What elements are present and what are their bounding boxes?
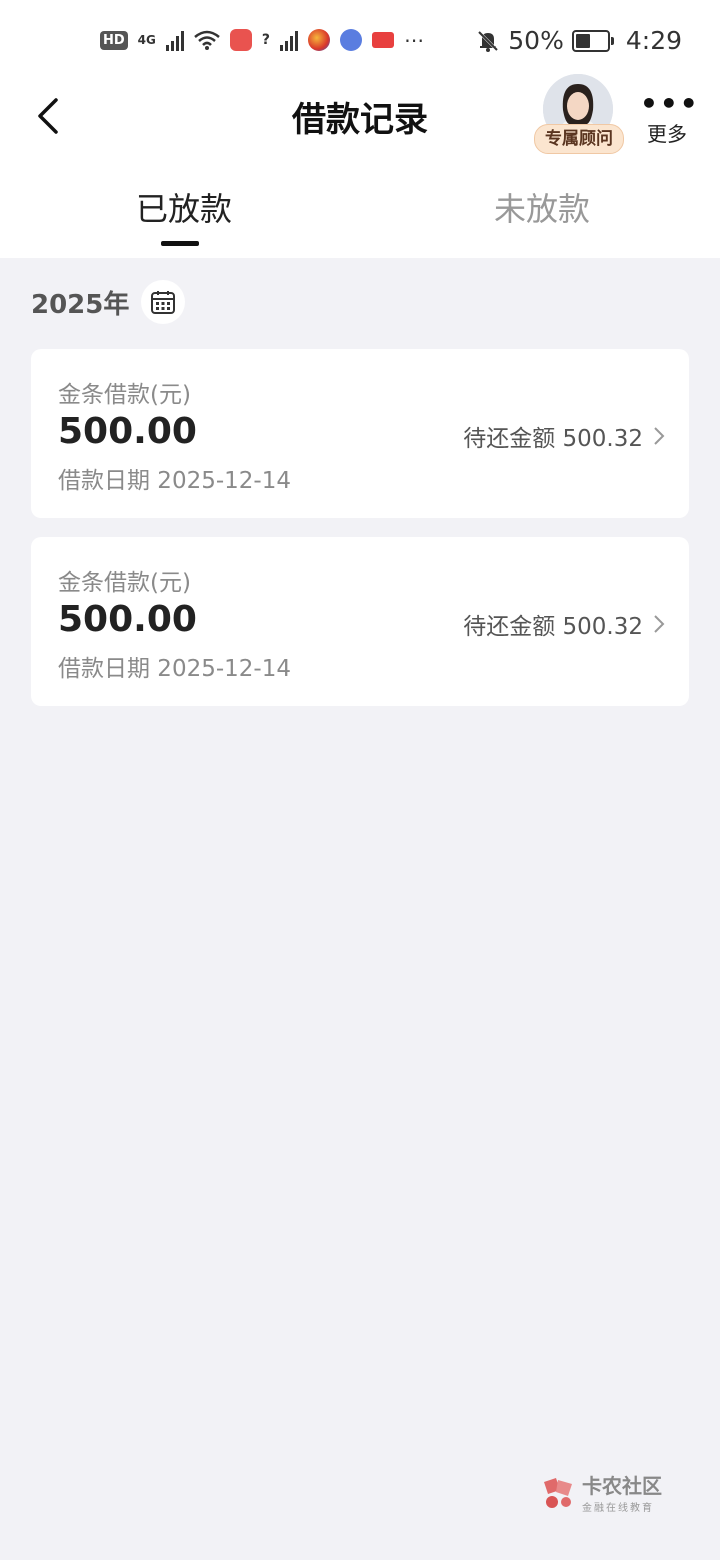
tab-not-disbursed[interactable]: 未放款 — [494, 184, 590, 230]
loan-amount: 500.00 — [58, 411, 197, 452]
loan-type-label: 金条借款(元) — [58, 570, 191, 596]
watermark-title: 卡农社区 — [582, 1474, 662, 1498]
advisor-button[interactable]: 专属顾问 — [534, 74, 624, 156]
status-right: 50% 4:29 — [476, 26, 682, 55]
signal-unknown-mark: ? — [261, 32, 270, 48]
mute-bell-icon — [478, 30, 499, 52]
more-notifications-icon: ⋯ — [404, 28, 424, 52]
amount-due: 待还金额 500.32 — [463, 419, 665, 453]
status-bar: HD 4G ? ⋯ 50% 4:29 — [0, 0, 720, 84]
advisor-label: 专属顾问 — [534, 124, 624, 154]
calendar-icon — [151, 291, 176, 314]
watermark: 卡农社区 金融在线教育 — [540, 1470, 662, 1514]
more-button[interactable]: ••• 更多 — [640, 87, 700, 147]
year-label: 2025年 — [31, 289, 130, 320]
more-label: 更多 — [647, 122, 687, 146]
loan-record-card[interactable]: 金条借款(元) 500.00 借款日期 2025-12-14 待还金额 500.… — [31, 349, 689, 518]
battery-percent: 50% — [508, 26, 564, 55]
book-app-icon — [372, 32, 394, 48]
chevron-right-icon — [654, 615, 665, 633]
amount-due: 待还金额 500.32 — [463, 607, 665, 641]
signal-icon — [165, 29, 184, 51]
more-dots-icon: ••• — [640, 87, 700, 120]
loan-record-card[interactable]: 金条借款(元) 500.00 借款日期 2025-12-14 待还金额 500.… — [31, 537, 689, 706]
nav-bar: 借款记录 专属顾问 ••• 更多 — [0, 74, 720, 166]
amount-due-text: 待还金额 500.32 — [463, 426, 643, 452]
year-filter: 2025年 — [31, 280, 186, 324]
hd-badge: HD — [100, 30, 128, 50]
battery-icon — [571, 29, 614, 52]
chevron-right-icon — [654, 427, 665, 445]
watermark-logo-icon — [544, 1478, 572, 1508]
tab-disbursed[interactable]: 已放款 — [136, 184, 232, 230]
signal-secondary-icon — [280, 29, 298, 51]
wifi-icon — [194, 30, 220, 50]
shopping-app-icon — [229, 29, 252, 51]
watermark-subtitle: 金融在线教育 — [582, 1503, 654, 1514]
tab-bar: 已放款 未放款 — [0, 166, 720, 258]
loan-date: 借款日期 2025-12-14 — [58, 468, 291, 494]
loan-type-label: 金条借款(元) — [58, 382, 191, 408]
browser-app-icon — [308, 29, 330, 51]
network-type: 4G — [137, 32, 156, 47]
music-app-icon — [340, 29, 362, 51]
status-left: HD 4G ? ⋯ — [100, 28, 424, 52]
loan-amount: 500.00 — [58, 599, 197, 640]
top-area: HD 4G ? ⋯ 50% 4:29 借款记录 专属顾问 ••• 更多 已放款 … — [0, 0, 720, 258]
tab-active-indicator — [161, 241, 199, 246]
calendar-button[interactable] — [141, 280, 186, 324]
amount-due-text: 待还金额 500.32 — [463, 614, 643, 640]
loan-date: 借款日期 2025-12-14 — [58, 656, 291, 682]
clock: 4:29 — [625, 26, 682, 55]
